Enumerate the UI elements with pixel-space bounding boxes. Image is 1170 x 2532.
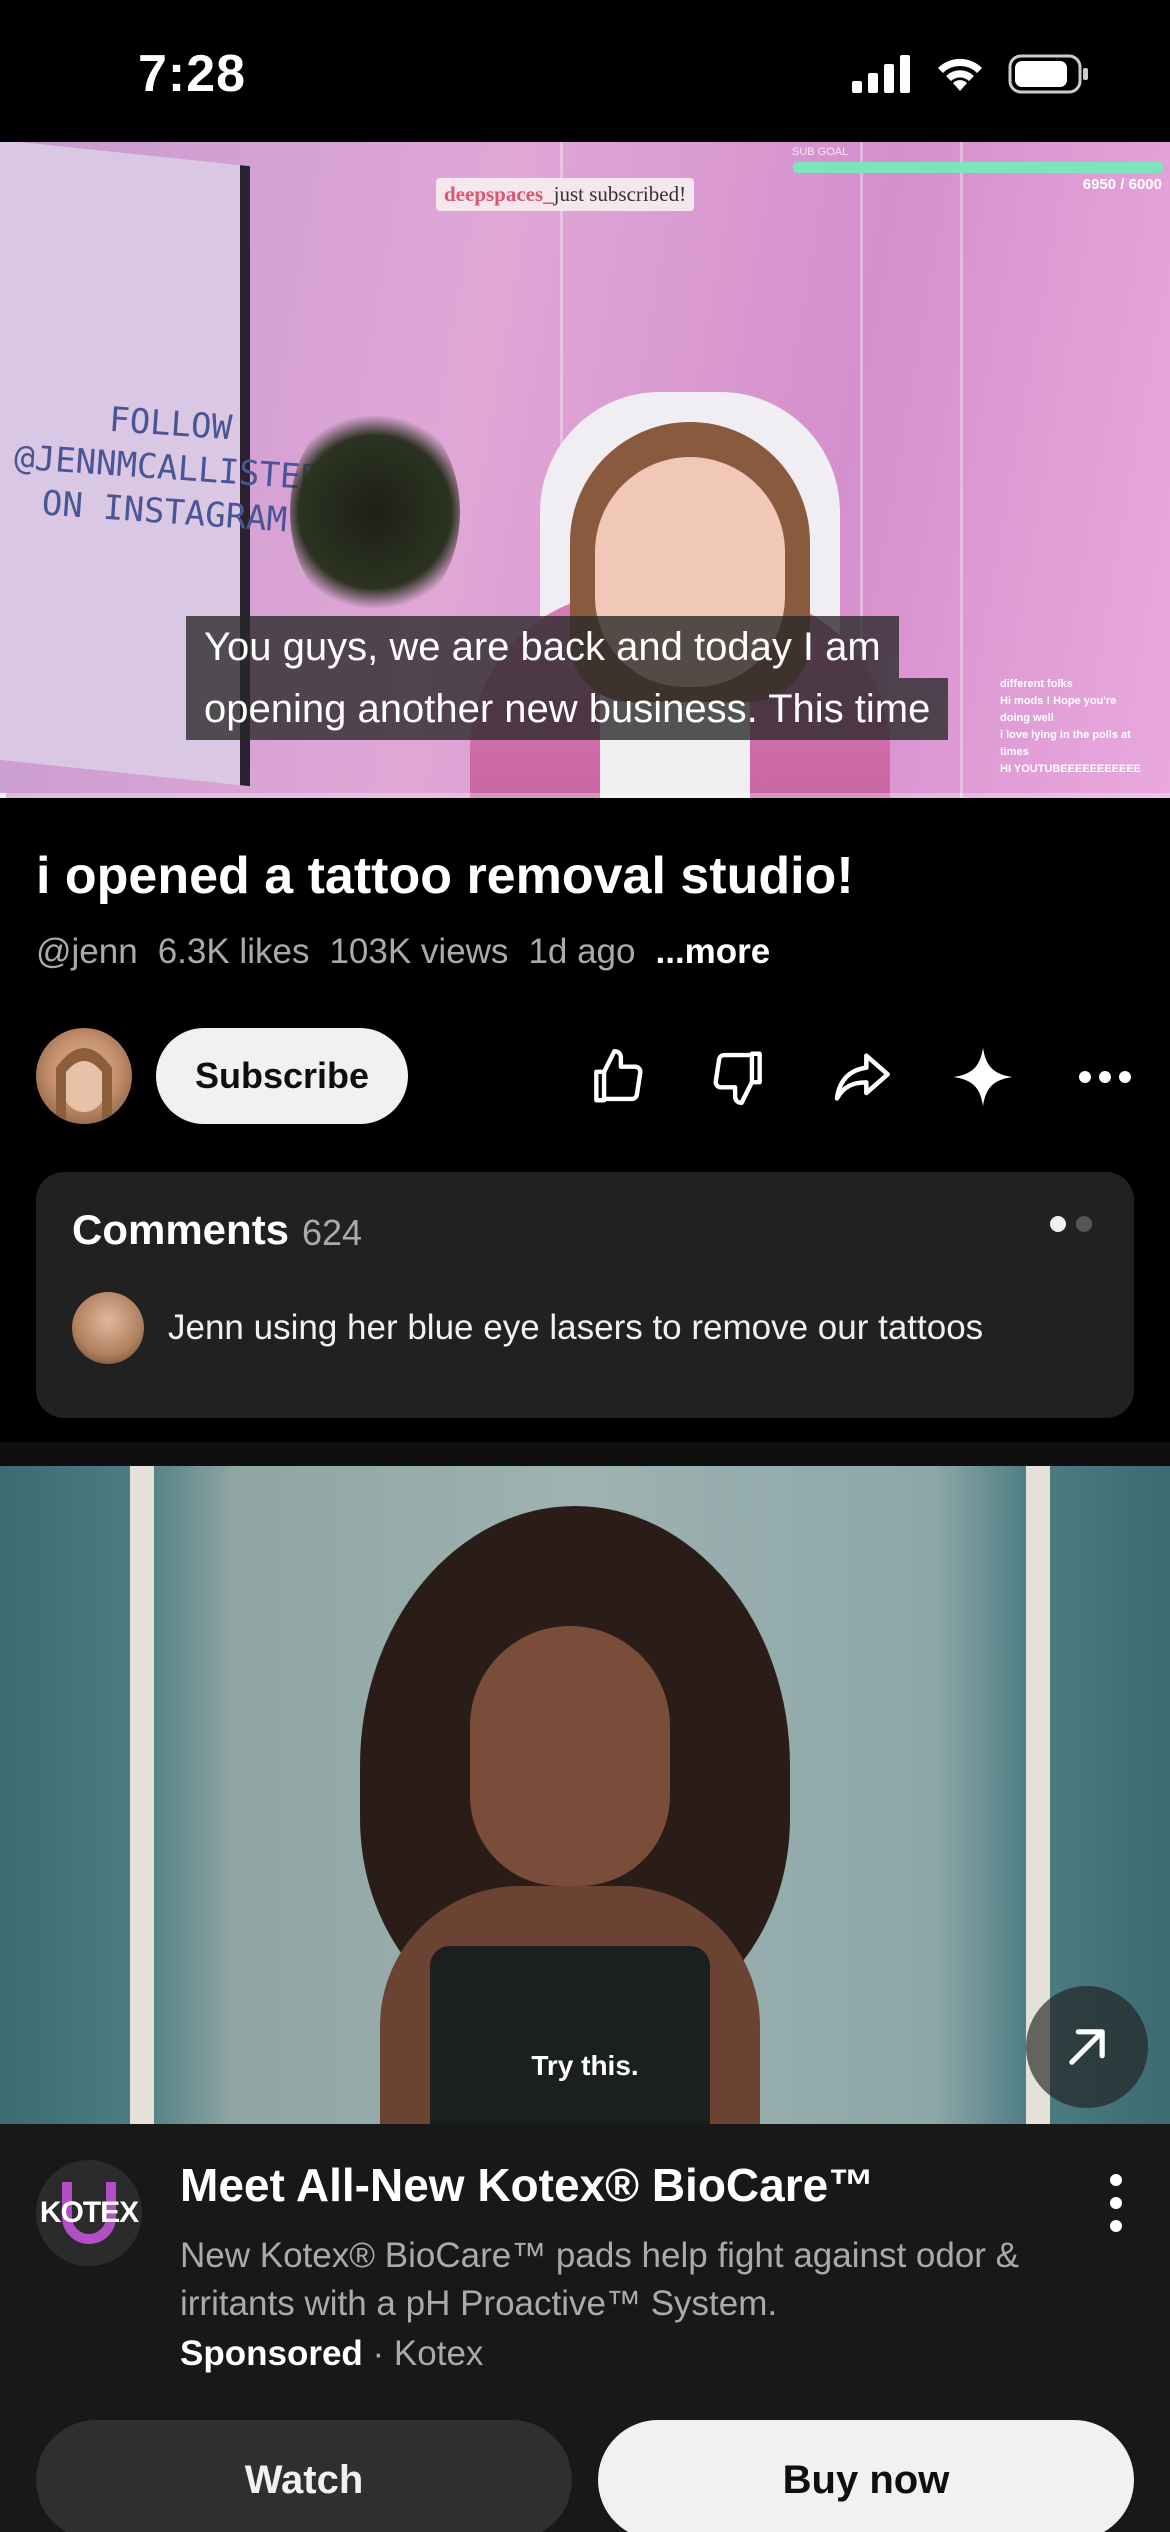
chat-line: Hi mods ! Hope you're xyxy=(1000,695,1117,707)
comments-title: Comments xyxy=(72,1206,290,1253)
avatar-face-icon xyxy=(56,1048,112,1124)
commenter-avatar xyxy=(72,1292,144,1364)
more-icon xyxy=(1079,1071,1131,1083)
chat-line: i love lying in the polls at xyxy=(1000,729,1131,741)
subscriber-alert-text: just subscribed! xyxy=(553,182,687,206)
chat-line: HI YOUTUBEEEEEEEEEEE xyxy=(1000,763,1142,775)
subscribe-button[interactable]: Subscribe xyxy=(156,1028,408,1124)
dislike-icon xyxy=(713,1051,762,1106)
ad-info-panel: KOTEX Meet All-New Kotex® BioCare™ New K… xyxy=(0,2124,1170,2532)
sparkle-icon xyxy=(953,1047,1013,1107)
ad-menu-button[interactable] xyxy=(1096,2168,1136,2238)
ask-ai-button[interactable] xyxy=(948,1042,1018,1112)
comments-card[interactable]: Comments 624 Jenn using her blue eye las… xyxy=(36,1172,1134,1418)
kebab-dot xyxy=(1110,2220,1122,2232)
subscriber-alert: deepspaces_just subscribed! xyxy=(436,178,695,211)
ad-meta: Sponsored · Kotex xyxy=(180,2334,483,2374)
video-progress-bar[interactable] xyxy=(0,793,1170,798)
pager-dot xyxy=(1076,1216,1092,1232)
chat-line: doing well xyxy=(1000,712,1054,724)
sponsored-label: Sponsored xyxy=(180,2334,363,2373)
arrow-up-right-icon xyxy=(1069,2029,1105,2065)
comments-pager-dots xyxy=(1050,1216,1092,1232)
kotex-logo[interactable]: KOTEX xyxy=(36,2160,142,2266)
subscriber-name: deepspaces_ xyxy=(444,182,554,206)
more-button[interactable]: ...more xyxy=(656,932,771,972)
actor-face xyxy=(470,1626,670,1886)
kebab-dot xyxy=(1110,2197,1122,2209)
caption-line: opening another new business. This time xyxy=(186,678,949,740)
whiteboard-text: FOLLOW @JENNMCALLISTER ON INSTAGRAM xyxy=(12,399,323,541)
pager-dot-active xyxy=(1050,1216,1066,1232)
channel-handle[interactable]: @jenn xyxy=(36,932,138,972)
upload-age: 1d ago xyxy=(528,932,636,971)
ad-description: New Kotex® BioCare™ pads help fight agai… xyxy=(180,2236,1020,2323)
more-actions-button[interactable] xyxy=(1070,1042,1140,1112)
share-icon xyxy=(834,1053,890,1101)
brand-logo-text: KOTEX xyxy=(39,2196,139,2229)
top-comment-text: Jenn using her blue eye lasers to remove… xyxy=(168,1308,984,1347)
action-row: Subscribe xyxy=(36,1028,1146,1124)
comments-count: 624 xyxy=(302,1212,363,1253)
chat-line: times xyxy=(1000,746,1029,758)
battery-icon xyxy=(1008,54,1088,94)
like-icon xyxy=(594,1048,643,1103)
plant xyxy=(290,402,460,622)
video-title[interactable]: i opened a tattoo removal studio! xyxy=(36,846,854,906)
views-count: 103K views xyxy=(329,932,509,971)
ad-video[interactable]: Try this. xyxy=(0,1466,1170,2124)
video-meta[interactable]: @jenn 6.3K likes 103K views 1d ago ...mo… xyxy=(36,932,770,972)
channel-avatar[interactable] xyxy=(36,1028,132,1124)
video-captions: You guys, we are back and today I am ope… xyxy=(186,616,949,740)
wall-panel-line xyxy=(960,142,963,798)
likes-count: 6.3K likes xyxy=(157,932,310,971)
status-time: 7:28 xyxy=(138,45,247,103)
sub-goal-count: 6950 / 6000 xyxy=(1082,176,1162,193)
status-bar: 7:28 xyxy=(0,0,1170,142)
video-player[interactable]: FOLLOW @JENNMCALLISTER ON INSTAGRAM SUB … xyxy=(0,142,1170,798)
video-progress-fill xyxy=(0,793,6,798)
kebab-dot xyxy=(1110,2174,1122,2186)
cellular-signal-icon xyxy=(852,55,910,93)
ad-video-caption: Try this. xyxy=(531,2050,639,2081)
sub-goal-bar xyxy=(793,162,1163,173)
meta-separator: · xyxy=(372,2334,385,2373)
watch-button[interactable]: Watch xyxy=(36,2420,572,2532)
like-button[interactable] xyxy=(582,1042,652,1112)
share-button[interactable] xyxy=(826,1042,896,1112)
stream-chat: different folks Hi mods ! Hope you're do… xyxy=(1000,676,1160,778)
actor-top xyxy=(430,1946,710,2124)
buy-now-button[interactable]: Buy now xyxy=(598,2420,1134,2532)
status-icons xyxy=(852,54,1090,94)
advertiser-name: Kotex xyxy=(393,2334,484,2373)
ad-title[interactable]: Meet All-New Kotex® BioCare™ xyxy=(180,2158,874,2212)
dislike-button[interactable] xyxy=(704,1042,774,1112)
chat-line: different folks xyxy=(1000,678,1073,690)
sub-goal-label: SUB GOAL xyxy=(792,146,849,158)
caption-line: You guys, we are back and today I am xyxy=(186,616,899,678)
section-separator xyxy=(0,1442,1170,1466)
open-link-button[interactable] xyxy=(1026,1986,1148,2108)
wifi-icon xyxy=(938,58,982,91)
